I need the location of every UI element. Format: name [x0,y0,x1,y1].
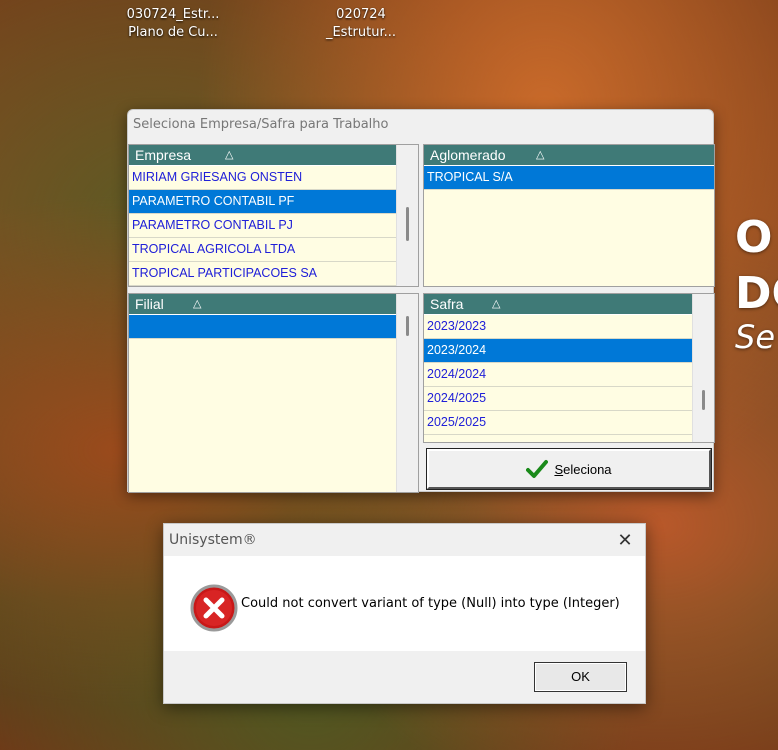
safra-panel: Safra △ 2023/2023 2023/2024 2024/2024 2024/… [423,293,715,443]
empresa-panel: Empresa △ MIRIAM GRIESANG ONSTEN PARAMETR… [128,144,419,287]
sort-icon: △ [536,149,545,161]
safra-row[interactable]: 2024/2025 [424,387,692,411]
sort-icon: △ [225,149,234,161]
scroll-thumb[interactable] [406,316,409,336]
empresa-list: MIRIAM GRIESANG ONSTEN PARAMETRO CONTABIL… [129,166,396,286]
seleciona-button[interactable]: Seleciona [426,448,712,490]
filial-row[interactable] [129,315,396,339]
empresa-row[interactable]: MIRIAM GRIESANG ONSTEN [129,166,396,190]
close-icon[interactable]: ✕ [615,530,635,550]
wallpaper-text-2: DO [735,268,778,319]
aglomerado-header-label: Aglomerado [430,147,506,163]
safra-row[interactable]: 2023/2024 [424,339,692,363]
ok-button[interactable]: OK [534,662,627,692]
empresa-row[interactable]: PARAMETRO CONTABIL PF [129,190,396,214]
empresa-header-label: Empresa [135,147,192,163]
error-dialog-title: Unisystem® [164,524,645,556]
safra-row[interactable]: 2025/2025 [424,411,692,435]
error-dialog: Unisystem® ✕ Could not convert variant o… [163,523,646,704]
desktop-icon-label-line2: Plano de Cu... [128,25,218,40]
scroll-thumb[interactable] [406,207,409,241]
empresa-column-header[interactable]: Empresa △ [129,145,396,166]
empresa-row[interactable]: TROPICAL PARTICIPACOES SA [129,262,396,286]
aglomerado-list: TROPICAL S/A [424,166,714,190]
desktop-icon-file-1[interactable]: 030724_Estr... Plano de Cu... [118,6,228,42]
desktop-icon-label-line1: 020724 [336,7,386,22]
error-icon [190,584,238,632]
wallpaper-text-3: Se [735,318,775,356]
empresa-scrollbar[interactable] [396,145,418,286]
aglomerado-panel: Aglomerado △ TROPICAL S/A [423,144,715,287]
safra-row[interactable]: 2023/2023 [424,315,692,339]
error-message: Could not convert variant of type (Null)… [241,596,620,611]
filial-list [129,315,396,339]
desktop-icon-file-2[interactable]: 020724 _Estrutur... [306,6,416,42]
scroll-thumb[interactable] [702,390,705,410]
aglomerado-column-header[interactable]: Aglomerado △ [424,145,714,166]
safra-row[interactable]: 2024/2024 [424,363,692,387]
filial-scrollbar[interactable] [396,294,418,492]
filial-panel: Filial △ [128,293,419,493]
desktop-icon-label-line1: 030724_Estr... [126,7,220,22]
sort-icon: △ [492,298,501,310]
error-dialog-footer: OK [164,651,645,703]
empresa-row[interactable]: TROPICAL AGRICOLA LTDA [129,238,396,262]
window-title: Seleciona Empresa/Safra para Trabalho [133,117,389,132]
safra-column-header[interactable]: Safra △ [424,294,692,315]
empresa-row[interactable]: PARAMETRO CONTABIL PJ [129,214,396,238]
checkmark-icon [526,460,549,478]
seleciona-label: Seleciona [554,461,612,477]
safra-scrollbar[interactable] [692,294,714,442]
aglomerado-row[interactable]: TROPICAL S/A [424,166,714,190]
select-company-window: Seleciona Empresa/Safra para Trabalho Em… [127,109,715,493]
safra-list: 2023/2023 2023/2024 2024/2024 2024/2025 2025… [424,315,692,435]
wallpaper-text-1: O [735,212,773,263]
filial-header-label: Filial [135,296,164,312]
filial-column-header[interactable]: Filial △ [129,294,396,315]
sort-icon: △ [193,298,202,310]
desktop-icon-label-line2: _Estrutur... [325,25,397,40]
safra-header-label: Safra [430,296,464,312]
